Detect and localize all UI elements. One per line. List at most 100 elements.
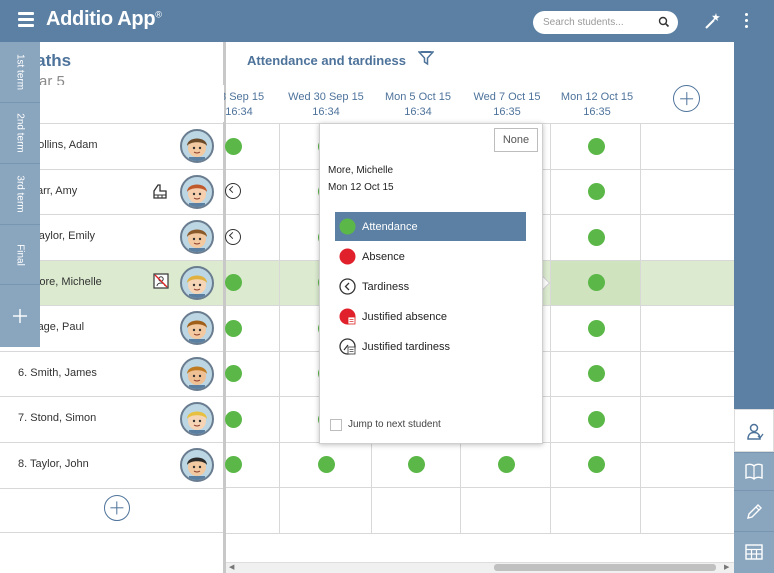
student-row[interactable]: 7. Stond, Simon	[0, 396, 224, 441]
date-time: 16:34	[404, 106, 432, 118]
date-time: 16:35	[493, 106, 521, 118]
attendance-option[interactable]: Justified tardiness	[335, 332, 526, 361]
attendance-mark[interactable]	[588, 183, 605, 201]
avatar[interactable]	[180, 447, 214, 482]
attendance-mark[interactable]	[225, 410, 242, 428]
plus-icon	[13, 309, 27, 323]
attendance-option-label: Tardiness	[362, 281, 410, 293]
more-options-icon[interactable]	[745, 12, 749, 30]
avatar[interactable]	[180, 356, 214, 391]
none-button[interactable]: None	[494, 128, 538, 152]
search-box[interactable]	[533, 11, 678, 34]
attendance-mark[interactable]	[588, 319, 605, 337]
jump-next-label[interactable]: Jump to next student	[348, 419, 441, 430]
date-day: Wed 7 Oct 15	[473, 91, 541, 103]
app-title: Additio App®	[46, 8, 162, 31]
students-view-button[interactable]	[734, 409, 774, 452]
attendance-mark[interactable]	[588, 137, 605, 155]
hamburger-menu-icon[interactable]	[18, 11, 34, 27]
scroll-left-arrow-icon[interactable]: ◀	[229, 563, 234, 571]
avatar[interactable]	[180, 129, 214, 163]
grid-row-line	[226, 487, 734, 488]
date-time: 16:34	[312, 106, 340, 118]
search-input[interactable]	[543, 14, 648, 30]
notes-view-button[interactable]	[734, 490, 774, 531]
justified-absence-icon	[339, 308, 356, 325]
attendance-option-label: Justified absence	[362, 311, 447, 323]
attendance-mark[interactable]	[225, 319, 242, 337]
gradebook-view-button[interactable]	[734, 452, 774, 490]
grid-column-line	[279, 123, 280, 533]
term-tab[interactable]: 3rd term	[0, 164, 40, 225]
attendance-option[interactable]: Tardiness	[335, 272, 526, 301]
avatar[interactable]	[180, 402, 214, 436]
add-term-tab[interactable]	[0, 285, 40, 347]
term-tab-label: 1st term	[14, 53, 26, 91]
popup-date: Mon 12 Oct 15	[328, 182, 394, 193]
absence-icon	[339, 248, 356, 265]
scrollbar-thumb[interactable]	[494, 564, 716, 571]
popup-student-name: More, Michelle	[328, 165, 394, 176]
date-time: 16:35	[583, 106, 611, 118]
avatar[interactable]	[180, 265, 214, 300]
term-tab[interactable]: Final	[0, 225, 40, 285]
attendance-option-label: Absence	[362, 251, 405, 263]
tardiness-mark[interactable]	[225, 228, 241, 245]
attendance-mark[interactable]	[588, 456, 605, 474]
avatar[interactable]	[180, 220, 214, 254]
date-day: Wed 30 Sep 15	[288, 91, 364, 103]
student-row[interactable]: 6. Smith, James	[0, 350, 224, 396]
student-name: 8. Taylor, John	[18, 457, 89, 470]
piano-icon[interactable]	[151, 182, 169, 205]
grid-column-line	[550, 123, 551, 533]
term-tab-label: Final	[14, 243, 26, 266]
term-tab[interactable]: 2nd term	[0, 103, 40, 164]
no-photo-icon[interactable]	[153, 272, 169, 294]
attendance-mark[interactable]	[588, 228, 605, 246]
attendance-mark[interactable]	[408, 456, 425, 474]
search-icon[interactable]	[658, 16, 670, 28]
attendance-mark[interactable]	[588, 365, 605, 383]
filter-icon[interactable]	[418, 50, 434, 66]
student-row[interactable]: 8. Taylor, John	[0, 441, 224, 487]
date-column-header[interactable]: Mon 5 Oct 15 16:34	[377, 90, 459, 120]
date-day: Mon 12 Oct 15	[560, 91, 634, 103]
student-name: 7. Stond, Simon	[18, 412, 97, 424]
trademark-symbol: ®	[155, 9, 162, 20]
add-date-button[interactable]	[673, 85, 700, 112]
attendance-mark[interactable]	[318, 456, 335, 474]
avatar[interactable]	[180, 311, 214, 345]
term-tab-label: 3rd term	[14, 175, 26, 213]
attendance-mark[interactable]	[225, 137, 242, 155]
magic-wand-icon[interactable]	[703, 11, 723, 31]
attendance-option[interactable]: Absence	[335, 242, 526, 271]
date-column-header[interactable]: Wed 7 Oct 15 16:35	[466, 90, 548, 120]
jump-next-checkbox[interactable]	[330, 419, 342, 431]
term-tab-label: 2nd term	[14, 113, 26, 153]
table-view-button[interactable]	[734, 531, 774, 573]
attendance-mark[interactable]	[225, 365, 242, 383]
tardiness-mark[interactable]	[225, 183, 241, 200]
grid-column-line	[640, 123, 641, 533]
attendance-mark[interactable]	[225, 456, 242, 474]
justified-tardiness-icon	[339, 338, 356, 355]
attendance-mark[interactable]	[588, 410, 605, 428]
avatar[interactable]	[180, 174, 214, 209]
person-icon	[747, 423, 764, 440]
attendance-icon	[339, 218, 356, 235]
attendance-option-label: Attendance	[362, 221, 418, 233]
attendance-option[interactable]: Justified absence	[335, 302, 526, 331]
tardiness-icon	[339, 278, 356, 295]
attendance-option-label: Justified tardiness	[362, 341, 451, 353]
student-name: 6. Smith, James	[18, 366, 97, 379]
grid-row-line	[226, 532, 734, 534]
pencil-icon	[747, 504, 762, 519]
table-icon	[745, 544, 763, 560]
scroll-right-arrow-icon[interactable]: ▶	[724, 563, 729, 571]
attendance-mark[interactable]	[498, 456, 515, 474]
term-tab[interactable]: 1st term	[0, 42, 40, 103]
add-student-button[interactable]	[104, 495, 130, 521]
attendance-option[interactable]: Attendance	[335, 212, 526, 241]
date-column-header[interactable]: Mon 12 Oct 15 16:35	[556, 90, 638, 120]
date-column-header[interactable]: Wed 30 Sep 15 16:34	[285, 90, 367, 120]
